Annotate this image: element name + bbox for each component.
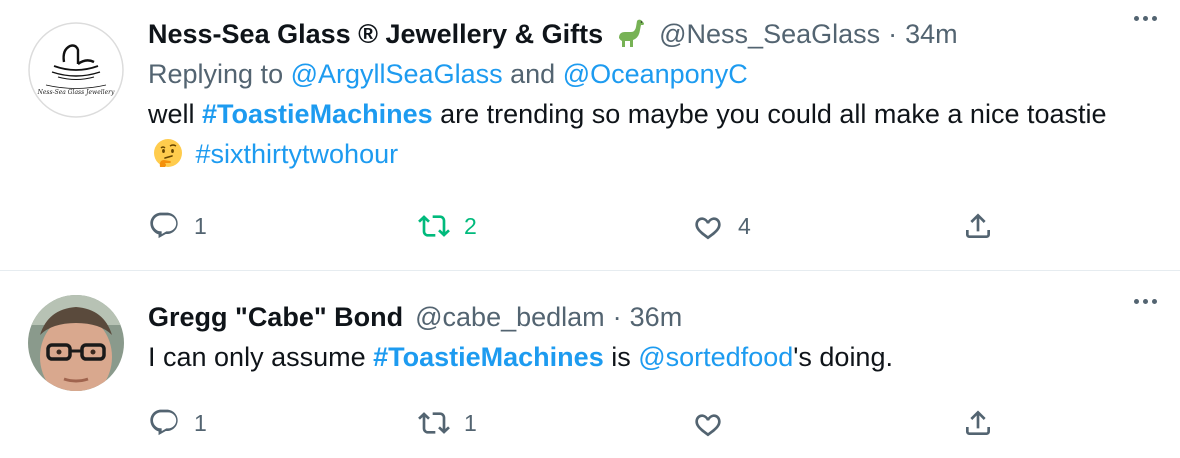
tweet-header: Ness-Sea Glass ® Jewellery & Gifts @Ness… [148,14,1150,54]
reply-count: 1 [194,409,207,436]
timestamp[interactable]: 36m [630,302,683,333]
share-icon [966,410,990,435]
mention-link[interactable]: @sortedfood [638,342,793,372]
heart-icon [695,217,721,240]
display-name[interactable]: Gregg "Cabe" Bond [148,302,403,333]
tweet-header: Gregg "Cabe" Bond @cabe_bedlam · 36m [148,297,1150,337]
hashtag-link[interactable]: #ToastieMachines [202,99,433,129]
mention-link[interactable]: @ArgyllSeaGlass [291,59,503,89]
more-options-icon[interactable] [1130,289,1160,313]
tweet[interactable]: Ness-Sea Glass Jewellery Ness-Sea Glass … [0,0,1180,271]
hashtag-link[interactable]: #ToastieMachines [373,342,604,372]
text-segment: are trending so maybe you could all make… [440,99,1107,129]
retweet-button[interactable]: 1 [418,403,477,443]
user-photo-avatar-icon [28,295,124,391]
retweet-icon [418,215,450,237]
user-handle[interactable]: @Ness_SeaGlass [659,19,880,50]
thinking-face-emoji-icon [154,139,182,167]
avatar[interactable]: Ness-Sea Glass Jewellery [28,22,124,118]
share-button[interactable] [962,403,994,443]
tweet-text: I can only assume #ToastieMachines is @s… [148,337,1150,377]
retweet-count: 2 [464,212,477,239]
text-segment: I can only assume [148,342,366,372]
separator-dot: · [888,18,898,49]
ness-sea-glass-logo-icon: Ness-Sea Glass Jewellery [28,22,124,118]
display-name[interactable]: Ness-Sea Glass ® Jewellery & Gifts [148,19,603,50]
reply-button[interactable]: 1 [148,403,207,443]
hashtag-link[interactable]: #sixthirtytwohour [196,139,399,169]
replying-to-line: Replying to @ArgyllSeaGlass and @Oceanpo… [148,54,1150,94]
retweet-count: 1 [464,409,477,436]
like-button[interactable] [692,403,738,443]
retweet-button[interactable]: 2 [418,206,477,246]
share-icon [966,213,990,238]
more-options-icon[interactable] [1130,6,1160,30]
separator-dot: · [612,301,622,332]
action-bar: 1 2 4 [148,206,1008,246]
text-segment: is [611,342,631,372]
tweet[interactable]: Gregg "Cabe" Bond @cabe_bedlam · 36m I c… [0,271,1180,458]
text-segment: well [148,99,195,129]
replying-to-label: Replying to [148,59,284,89]
user-handle[interactable]: @cabe_bedlam [415,302,605,333]
reply-count: 1 [194,212,207,239]
reply-button[interactable]: 1 [148,206,207,246]
text-segment: 's doing. [793,342,893,372]
like-button[interactable]: 4 [692,206,751,246]
tweet-text: well #ToastieMachines are trending so ma… [148,94,1150,174]
timestamp[interactable]: 34m [905,19,958,50]
reply-icon [150,409,178,436]
retweet-icon [418,412,450,434]
action-bar: 1 1 [148,403,1008,443]
reply-icon [150,212,178,239]
mention-link[interactable]: @OceanponyC [563,59,748,89]
sauropod-emoji-icon [619,19,645,47]
like-count: 4 [738,212,751,239]
heart-icon [695,414,721,437]
avatar[interactable] [28,295,124,391]
share-button[interactable] [962,206,994,246]
and-label: and [510,59,556,89]
avatar-caption: Ness-Sea Glass Jewellery [37,89,115,96]
